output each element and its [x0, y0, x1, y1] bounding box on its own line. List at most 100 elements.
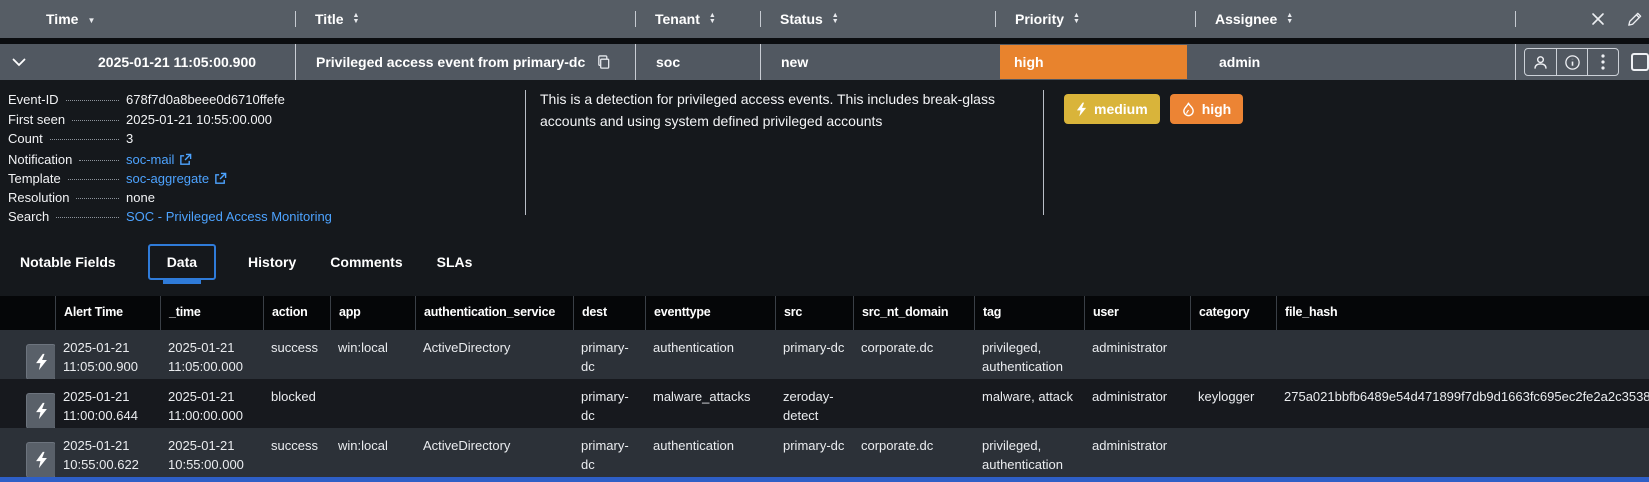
- close-icon[interactable]: [1590, 11, 1606, 27]
- detail-tabs: Notable Fields Data History Comments SLA…: [18, 244, 474, 280]
- edit-pencil-icon[interactable]: [1626, 11, 1643, 28]
- cell-user: administrator: [1092, 389, 1168, 404]
- cell-app: win:local: [338, 340, 388, 355]
- field-label: Search: [8, 209, 50, 224]
- alert-detail-panel: Event-ID 678f7d0a8beee0d6710ffefe First …: [0, 80, 1649, 296]
- cell-tag: malware, attack: [982, 389, 1074, 404]
- cell-dest: primary-dc: [581, 438, 629, 472]
- th-src-nt-domain[interactable]: src_nt_domain: [853, 296, 974, 330]
- cell-alert-time: 2025-01-21 10:55:00.622: [63, 438, 139, 472]
- sort-icon: ▲ ▼: [352, 12, 360, 25]
- sort-icon: ▲ ▼: [708, 12, 716, 25]
- alert-priority-value: high: [1014, 54, 1044, 70]
- th-authentication-service[interactable]: authentication_service: [415, 296, 573, 330]
- caret-down-icon: ▼: [87, 15, 96, 25]
- tab-history[interactable]: History: [246, 245, 298, 279]
- event-bolt-button[interactable]: [26, 344, 55, 379]
- alert-row: 2025-01-21 11:05:00.900 Privileged acces…: [0, 44, 1649, 80]
- alert-assignee-cell[interactable]: admin: [1195, 44, 1515, 80]
- severity-badge-high[interactable]: high: [1169, 94, 1244, 124]
- data-table: Alert Time _time action app authenticati…: [0, 296, 1649, 477]
- field-label: Template: [8, 171, 61, 186]
- field-label: Notification: [8, 151, 73, 167]
- th-eventtype[interactable]: eventtype: [645, 296, 775, 330]
- tab-data[interactable]: Data: [147, 244, 217, 280]
- th-action[interactable]: action: [263, 296, 330, 330]
- column-header-status[interactable]: Status ▲ ▼: [760, 0, 995, 38]
- event-bolt-button[interactable]: [26, 442, 55, 477]
- tab-comments[interactable]: Comments: [328, 245, 404, 279]
- cell-authentication-service: ActiveDirectory: [423, 340, 511, 355]
- cell-src-nt-domain: corporate.dc: [861, 438, 934, 453]
- event-icon-cell: [0, 330, 55, 379]
- template-link[interactable]: soc-aggregate: [126, 170, 227, 186]
- cell-action: success: [271, 340, 318, 355]
- cell-file-hash: 275a021bbfb6489e54d471899f7db9d1663fc695…: [1284, 389, 1649, 404]
- flame-icon: [1182, 101, 1195, 117]
- th-category[interactable]: category: [1190, 296, 1276, 330]
- field-template: Template soc-aggregate: [8, 170, 513, 190]
- cell-app: win:local: [338, 438, 388, 453]
- info-button[interactable]: [1556, 49, 1587, 75]
- field-label: First seen: [8, 111, 66, 127]
- bolt-icon: [35, 402, 48, 420]
- column-header-priority[interactable]: Priority ▲ ▼: [995, 0, 1195, 38]
- table-row[interactable]: 2025-01-21 11:05:00.900 2025-01-21 11:05…: [0, 330, 1649, 379]
- cell-category: [1190, 428, 1276, 477]
- alert-tenant-cell: soc: [635, 44, 760, 80]
- table-row[interactable]: 2025-01-21 10:55:00.622 2025-01-21 10:55…: [0, 428, 1649, 477]
- event-bolt-button[interactable]: [26, 393, 55, 428]
- tab-slas[interactable]: SLAs: [435, 245, 475, 279]
- column-header-assignee-label: Assignee: [1215, 11, 1278, 27]
- detail-divider: [525, 90, 526, 215]
- cell-tag: privileged, authentication: [982, 340, 1063, 374]
- th-file-hash[interactable]: file_hash: [1276, 296, 1649, 330]
- th-tag[interactable]: tag: [974, 296, 1084, 330]
- grid-header: Time ▼ Title ▲ ▼ Tenant ▲ ▼ Status ▲ ▼ Prio…: [0, 0, 1649, 38]
- th-user[interactable]: user: [1084, 296, 1190, 330]
- field-value: 2025-01-21 10:55:00.000: [126, 111, 273, 127]
- alert-status-cell[interactable]: new: [760, 44, 995, 80]
- bolt-icon: [1076, 102, 1087, 117]
- column-header-assignee[interactable]: Assignee ▲ ▼: [1195, 0, 1515, 38]
- column-header-time-label: Time: [46, 11, 79, 27]
- field-event-id: Event-ID 678f7d0a8beee0d6710ffefe: [8, 92, 513, 112]
- column-header-tenant[interactable]: Tenant ▲ ▼: [635, 0, 760, 38]
- column-header-tenant-label: Tenant: [655, 11, 700, 27]
- priority-high-block[interactable]: high: [1000, 45, 1187, 79]
- cell-eventtype: authentication: [653, 340, 734, 355]
- alert-priority-cell[interactable]: high: [995, 44, 1195, 80]
- dotted-leader: [65, 100, 119, 101]
- cell-src-nt-domain: corporate.dc: [861, 340, 934, 355]
- tab-notable-fields[interactable]: Notable Fields: [18, 245, 118, 279]
- th-alert-time[interactable]: Alert Time: [55, 296, 160, 330]
- column-header-time[interactable]: Time ▼: [38, 0, 295, 38]
- badge-label: medium: [1094, 101, 1148, 117]
- cell-user: administrator: [1092, 340, 1168, 355]
- copy-icon[interactable]: [596, 54, 611, 70]
- alert-title-value: Privileged access event from primary-dc: [316, 54, 586, 70]
- table-row[interactable]: 2025-01-21 11:00:00.644 2025-01-21 11:00…: [0, 379, 1649, 428]
- severity-badge-medium[interactable]: medium: [1064, 94, 1160, 124]
- alert-tenant-value: soc: [656, 54, 681, 70]
- icon-column-header: [0, 296, 55, 330]
- select-checkbox[interactable]: [1631, 53, 1649, 71]
- bolt-icon: [35, 353, 48, 371]
- th-src[interactable]: src: [775, 296, 853, 330]
- th-dest[interactable]: dest: [573, 296, 645, 330]
- notification-link[interactable]: soc-mail: [126, 151, 192, 167]
- search-link[interactable]: SOC - Privileged Access Monitoring: [126, 209, 332, 224]
- bottom-scroll-indicator[interactable]: [0, 477, 1649, 482]
- event-icon-cell: [0, 428, 55, 477]
- cell-eventtype: malware_attacks: [653, 389, 751, 404]
- expander-column-header: [0, 0, 38, 38]
- more-actions-button[interactable]: [1587, 49, 1618, 75]
- alert-row-actions: [1515, 44, 1649, 80]
- row-expander[interactable]: [0, 44, 38, 80]
- bolt-icon: [35, 451, 48, 469]
- grid-header-actions: [1515, 0, 1649, 38]
- column-header-title[interactable]: Title ▲ ▼: [295, 0, 635, 38]
- th-time[interactable]: _time: [160, 296, 263, 330]
- th-app[interactable]: app: [330, 296, 415, 330]
- assign-user-button[interactable]: [1525, 49, 1556, 75]
